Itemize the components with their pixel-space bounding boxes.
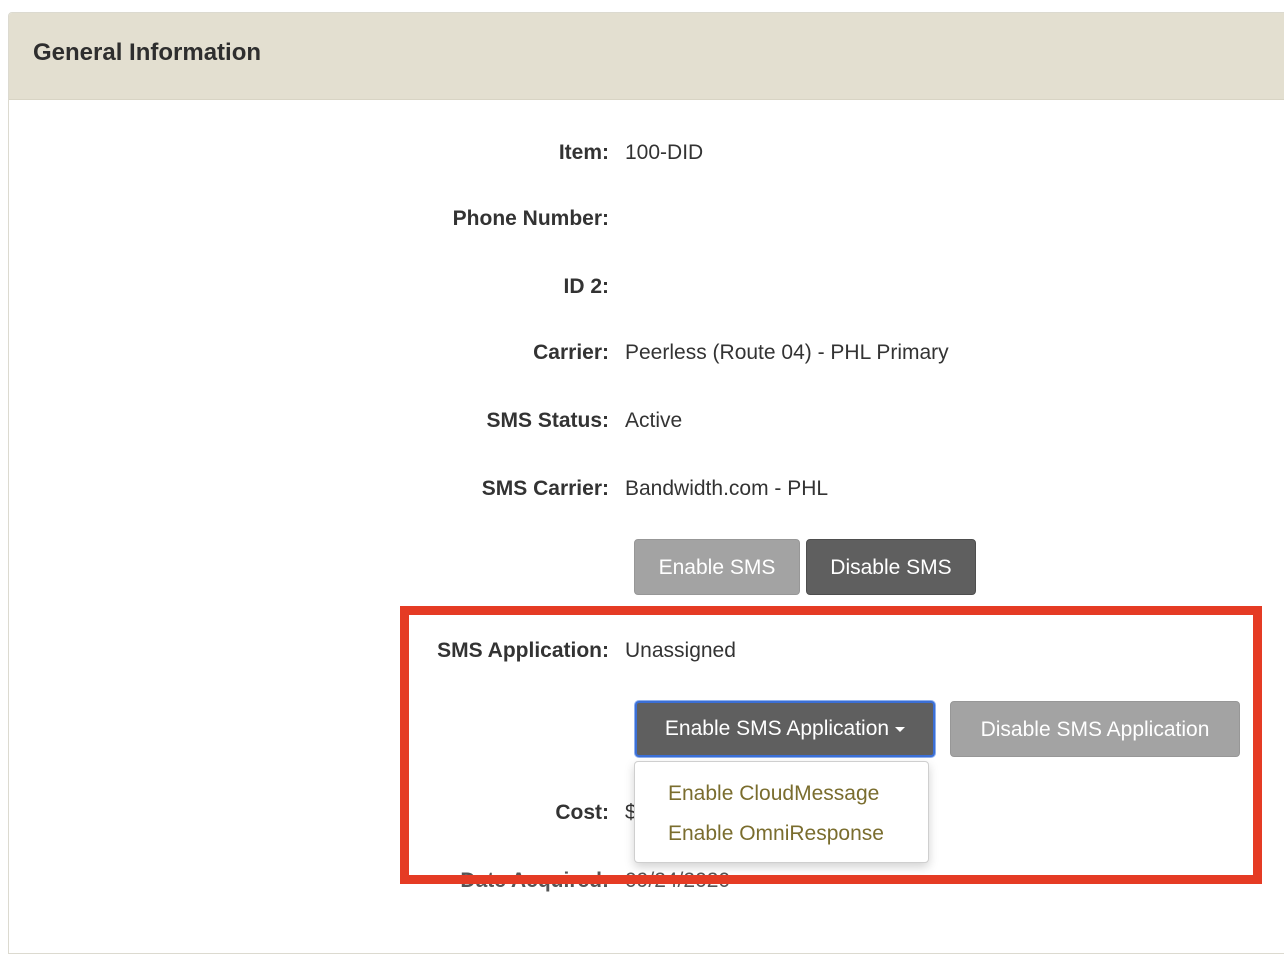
enable-cloudmessage-menu-item[interactable]: Enable CloudMessage bbox=[635, 778, 928, 818]
sms-application-label: SMS Application: bbox=[437, 639, 609, 662]
disable-sms-application-button[interactable]: Disable SMS Application bbox=[950, 701, 1240, 757]
id2-label: ID 2: bbox=[563, 275, 609, 298]
caret-down-icon bbox=[895, 726, 906, 732]
sms-application-dropdown-menu: Enable CloudMessage Enable OmniResponse bbox=[634, 761, 929, 863]
enable-sms-button[interactable]: Enable SMS bbox=[634, 539, 800, 595]
enable-omniresponse-menu-item[interactable]: Enable OmniResponse bbox=[635, 818, 928, 858]
item-label: Item: bbox=[558, 141, 609, 164]
sms-application-value: Unassigned bbox=[625, 639, 736, 662]
cost-label: Cost: bbox=[555, 801, 609, 824]
date-acquired-value: 09/24/2020 bbox=[625, 869, 731, 892]
sms-status-label: SMS Status: bbox=[486, 409, 609, 432]
disable-sms-button[interactable]: Disable SMS bbox=[806, 539, 976, 595]
carrier-label: Carrier: bbox=[533, 341, 609, 364]
item-value: 100-DID bbox=[625, 141, 704, 164]
panel-header: General Information bbox=[9, 13, 1284, 100]
date-acquired-label: Date Acquired: bbox=[460, 869, 609, 892]
phone-number-label: Phone Number: bbox=[452, 207, 609, 230]
sms-status-value: Active bbox=[625, 409, 683, 432]
enable-sms-application-dropdown-button[interactable]: Enable SMS Application bbox=[635, 701, 935, 757]
sms-carrier-label: SMS Carrier: bbox=[481, 477, 609, 500]
panel-title: General Information bbox=[33, 39, 262, 66]
enable-sms-application-label: Enable SMS Application bbox=[664, 717, 890, 740]
sms-carrier-value: Bandwidth.com - PHL bbox=[625, 477, 829, 500]
carrier-value: Peerless (Route 04) - PHL Primary bbox=[625, 341, 949, 364]
